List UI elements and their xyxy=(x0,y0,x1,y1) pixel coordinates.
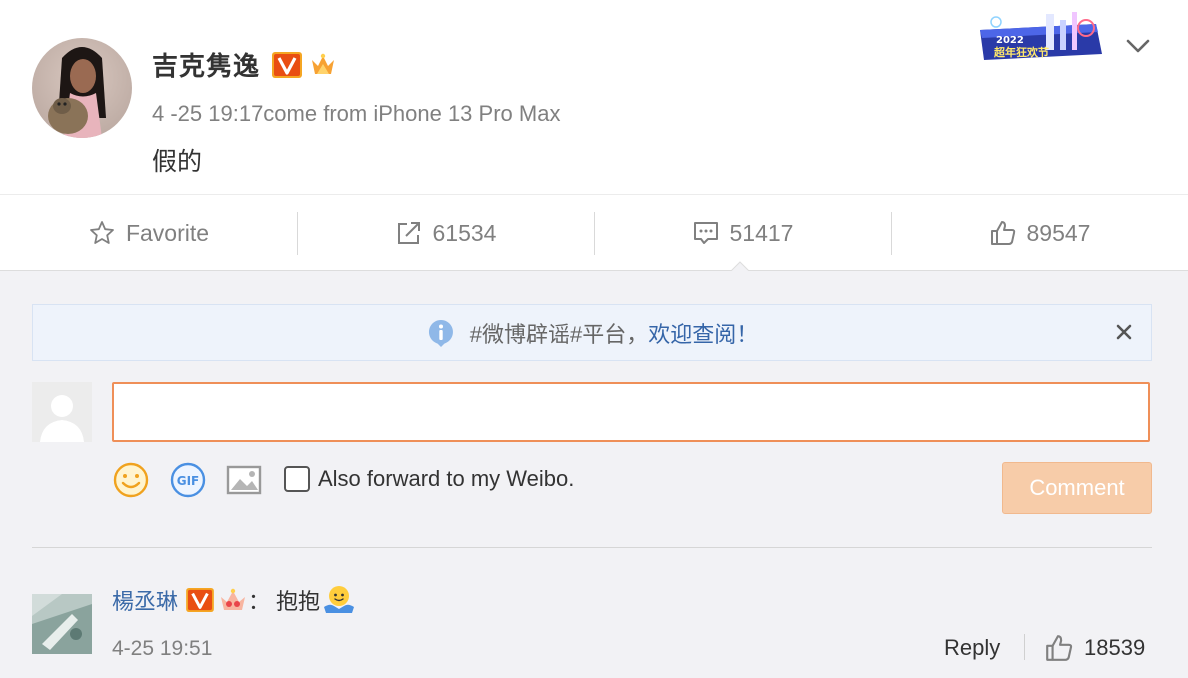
share-icon xyxy=(397,222,420,244)
comment-input[interactable] xyxy=(112,382,1150,442)
forward-label: Also forward to my Weibo. xyxy=(318,466,575,491)
forward-checkbox[interactable] xyxy=(284,466,310,492)
close-icon[interactable] xyxy=(1113,321,1135,343)
thumbs-up-icon xyxy=(1046,635,1073,661)
comment-submit-button[interactable]: Comment xyxy=(1002,462,1152,514)
comment-line: 楊丞琳 ： 抱抱 xyxy=(112,583,356,617)
like-count: 89547 xyxy=(1026,219,1091,246)
notice-link[interactable]: 欢迎查阅！ xyxy=(648,317,758,349)
info-icon xyxy=(428,319,453,347)
repost-count: 61534 xyxy=(432,219,497,246)
comment-count: 51417 xyxy=(729,219,794,246)
comment-tab-button[interactable]: 51417 xyxy=(594,196,891,270)
svg-text:GIF: GIF xyxy=(177,474,200,488)
festival-badge[interactable]: 2022 超年狂欢节 xyxy=(974,10,1108,66)
svg-text:2022: 2022 xyxy=(996,35,1024,46)
comment-icon xyxy=(693,222,718,244)
comment-time: 4-25 19:51 xyxy=(112,637,213,660)
repost-button[interactable]: 61534 xyxy=(297,196,594,270)
gif-icon[interactable]: GIF xyxy=(169,461,207,499)
like-button[interactable]: 89547 xyxy=(891,196,1188,270)
notice-text: #微博辟谣#平台， xyxy=(469,321,649,347)
star-icon xyxy=(90,221,114,244)
active-tab-caret xyxy=(730,261,750,272)
comment-separator: ： xyxy=(248,589,271,614)
verified-v-icon xyxy=(272,51,303,78)
favorite-label: Favorite xyxy=(125,219,210,246)
post-card: 吉克隽逸 4 -25 19:17come from iPhone 13 Pro … xyxy=(0,0,1188,195)
commenter-avatar[interactable] xyxy=(32,594,92,654)
post-meta: 4 -25 19:17come from iPhone 13 Pro Max xyxy=(152,101,561,126)
commenter-name[interactable]: 楊丞琳 xyxy=(112,584,178,616)
comment-like-button[interactable]: 18539 xyxy=(1044,633,1145,663)
action-divider xyxy=(1024,634,1025,660)
author-row: 吉克隽逸 xyxy=(152,46,338,83)
chevron-down-icon[interactable] xyxy=(1124,36,1152,56)
section-divider xyxy=(32,547,1152,548)
vip-crown-icon xyxy=(312,53,335,74)
author-name[interactable]: 吉克隽逸 xyxy=(152,46,260,83)
comment-like-count: 18539 xyxy=(1084,635,1146,660)
post-text: 假的 xyxy=(152,148,203,176)
hug-emoji-icon xyxy=(324,586,355,613)
comment-text: 抱抱 xyxy=(276,589,321,614)
thumbs-up-icon xyxy=(990,221,1015,245)
comment-section: #微博辟谣#平台， 欢迎查阅！ GIF Also forward to my W… xyxy=(0,271,1188,678)
verified-v-icon xyxy=(186,588,214,612)
post-action-bar: Favorite 61534 51417 89547 xyxy=(0,196,1188,271)
member-crown-icon xyxy=(221,588,246,610)
svg-text:超年狂欢节: 超年狂欢节 xyxy=(993,45,1049,59)
forward-option[interactable]: Also forward to my Weibo. xyxy=(284,466,574,492)
emoji-icon[interactable] xyxy=(112,461,150,499)
current-user-avatar xyxy=(32,382,92,442)
favorite-button[interactable]: Favorite xyxy=(0,196,297,270)
rumor-notice-banner: #微博辟谣#平台， 欢迎查阅！ xyxy=(32,304,1152,361)
author-avatar[interactable] xyxy=(32,38,132,138)
image-upload-icon[interactable] xyxy=(225,461,263,499)
reply-button[interactable]: Reply xyxy=(944,635,1000,661)
